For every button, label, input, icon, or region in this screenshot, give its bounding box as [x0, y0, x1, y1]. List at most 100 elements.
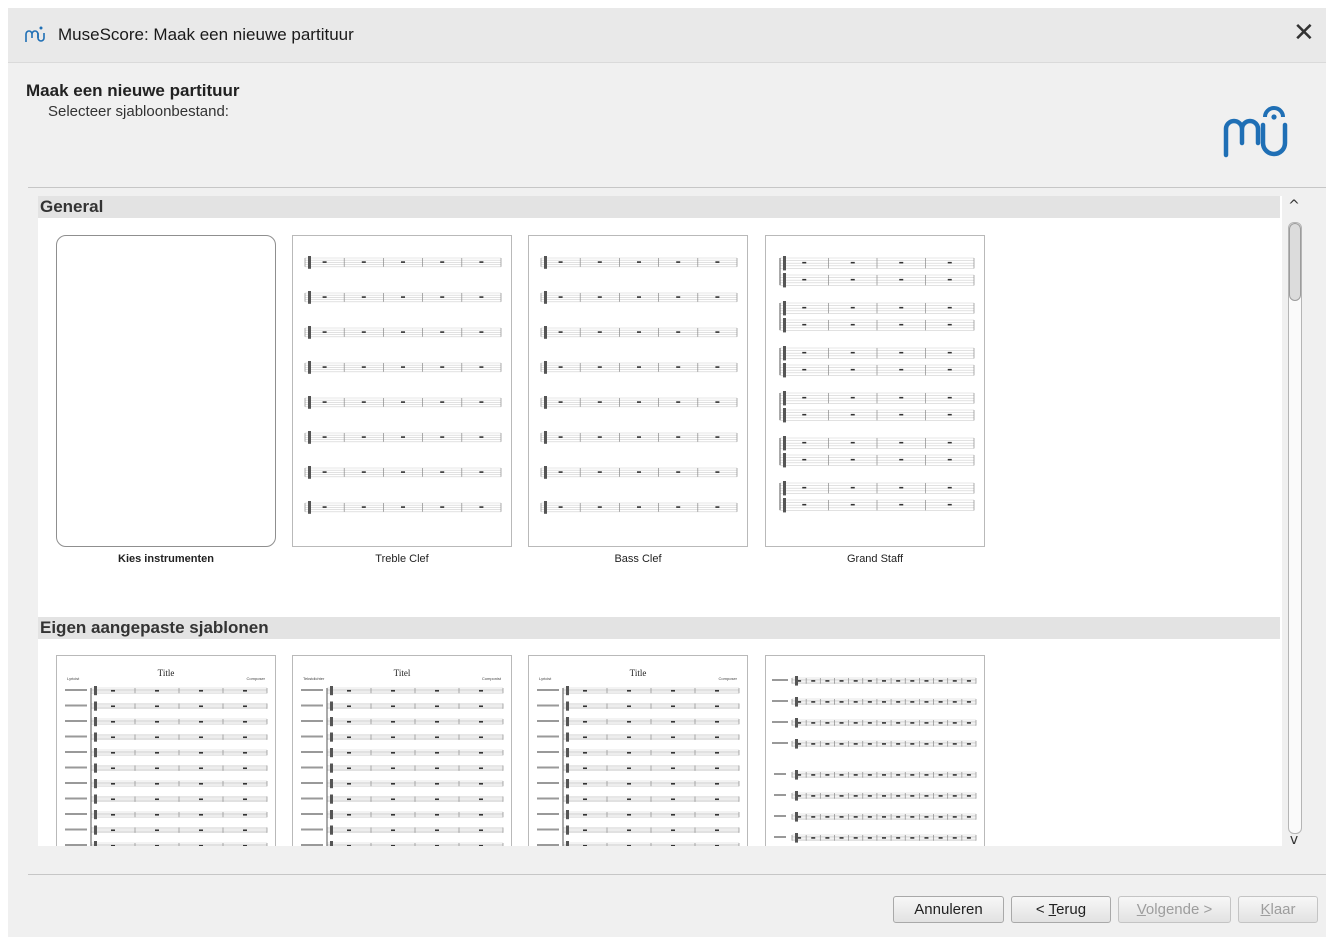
rest-mark [676, 331, 681, 333]
clef-mark [94, 779, 97, 789]
rest-mark [867, 701, 872, 703]
rest-mark [243, 720, 247, 723]
vertical-scrollbar[interactable]: ^ v [1284, 198, 1304, 854]
scroll-track[interactable] [1288, 222, 1302, 834]
rest-mark [802, 306, 807, 309]
section-general-header: General [38, 196, 1280, 218]
close-icon[interactable]: ✕ [1293, 18, 1315, 48]
instrument-name-mark [537, 735, 559, 738]
rest-mark [947, 458, 952, 461]
rest-mark [825, 837, 830, 839]
rest-mark [627, 720, 631, 723]
rest-mark [361, 331, 366, 333]
rest-mark [811, 680, 816, 682]
rest-mark [839, 837, 844, 839]
rest-mark [401, 296, 405, 298]
rest-mark [867, 774, 872, 776]
clef-mark [94, 794, 97, 804]
rest-mark [391, 720, 395, 723]
rest-mark [361, 261, 366, 263]
rest-mark [952, 722, 957, 724]
rest-mark [910, 743, 915, 745]
rest-mark [479, 767, 483, 770]
close-button[interactable]: ✕ [1280, 8, 1326, 62]
rest-mark [853, 701, 858, 703]
back-button[interactable]: < Terug [1011, 896, 1111, 923]
finish-button[interactable]: Klaar [1238, 896, 1318, 923]
template-thumbnail[interactable] [765, 655, 985, 846]
rest-mark [347, 798, 351, 801]
clef-mark [566, 825, 569, 835]
rest-mark [947, 323, 952, 326]
scroll-up-icon[interactable]: ^ [1284, 198, 1304, 220]
rest-mark [896, 680, 901, 682]
rest-mark [952, 837, 957, 839]
rest-mark [361, 296, 366, 298]
rest-mark [583, 782, 587, 785]
rest-mark [850, 278, 855, 281]
next-button[interactable]: Volgende > [1118, 896, 1231, 923]
rest-mark [924, 701, 929, 703]
instrument-name-mark [772, 700, 788, 702]
template-thumbnail[interactable] [292, 235, 512, 547]
rest-mark [811, 743, 816, 745]
rest-mark [597, 366, 602, 368]
clef-mark [783, 346, 786, 361]
rest-mark [947, 486, 952, 489]
rest-mark [637, 471, 641, 473]
template-thumbnail[interactable]: Title Lyricist Composer [56, 655, 276, 846]
template-thumbnail[interactable]: Title Lyricist Composer [528, 655, 748, 846]
instrument-name-mark [65, 813, 87, 815]
rest-mark [899, 351, 904, 354]
rest-mark [199, 798, 203, 801]
rest-mark [853, 837, 858, 839]
clef-mark [566, 748, 569, 758]
template-thumbnail[interactable] [765, 235, 985, 547]
rest-mark [715, 705, 719, 708]
rest-mark [243, 751, 247, 754]
musescore-logo-icon [1223, 106, 1288, 158]
finish-button-mnemonic: K [1260, 901, 1271, 918]
musescore-app-icon [25, 26, 45, 42]
rest-mark [715, 767, 719, 770]
rest-mark [952, 774, 957, 776]
scroll-down-icon[interactable]: v [1284, 832, 1304, 854]
rest-mark [671, 689, 675, 692]
template-thumbnail[interactable]: Titel Tekstdichter Componist [292, 655, 512, 846]
instrument-name-mark [65, 766, 87, 769]
rest-mark [391, 813, 395, 816]
rest-mark [715, 331, 720, 333]
rest-mark [361, 366, 366, 368]
rest-mark [715, 736, 719, 739]
rest-mark [199, 689, 203, 692]
rest-mark [558, 331, 563, 333]
rest-mark [435, 751, 439, 754]
clef-mark [795, 739, 798, 749]
rest-mark [627, 844, 631, 846]
rest-mark [347, 705, 351, 708]
rest-mark [361, 401, 366, 403]
rest-mark [896, 701, 901, 703]
rest-mark [952, 680, 957, 682]
clef-mark [330, 825, 333, 835]
cancel-button[interactable]: Annuleren [893, 896, 1004, 923]
rest-mark [199, 705, 203, 708]
rest-mark [676, 366, 681, 368]
rest-mark [938, 816, 943, 818]
instrument-name-mark [65, 782, 87, 784]
scroll-thumb[interactable] [1289, 223, 1301, 301]
rest-mark [802, 441, 807, 444]
rest-mark [627, 813, 631, 816]
rest-mark [111, 798, 115, 801]
template-thumbnail[interactable] [528, 235, 748, 547]
header-separator [28, 187, 1326, 188]
instrument-name-mark [537, 797, 559, 800]
rest-mark [111, 844, 115, 846]
rest-mark [479, 401, 484, 403]
instrument-name-mark [65, 828, 87, 831]
instrument-name-mark [65, 797, 87, 800]
instrument-name-mark [537, 704, 559, 707]
rest-mark [802, 368, 807, 371]
template-thumbnail[interactable] [56, 235, 276, 547]
rest-mark [347, 782, 351, 785]
